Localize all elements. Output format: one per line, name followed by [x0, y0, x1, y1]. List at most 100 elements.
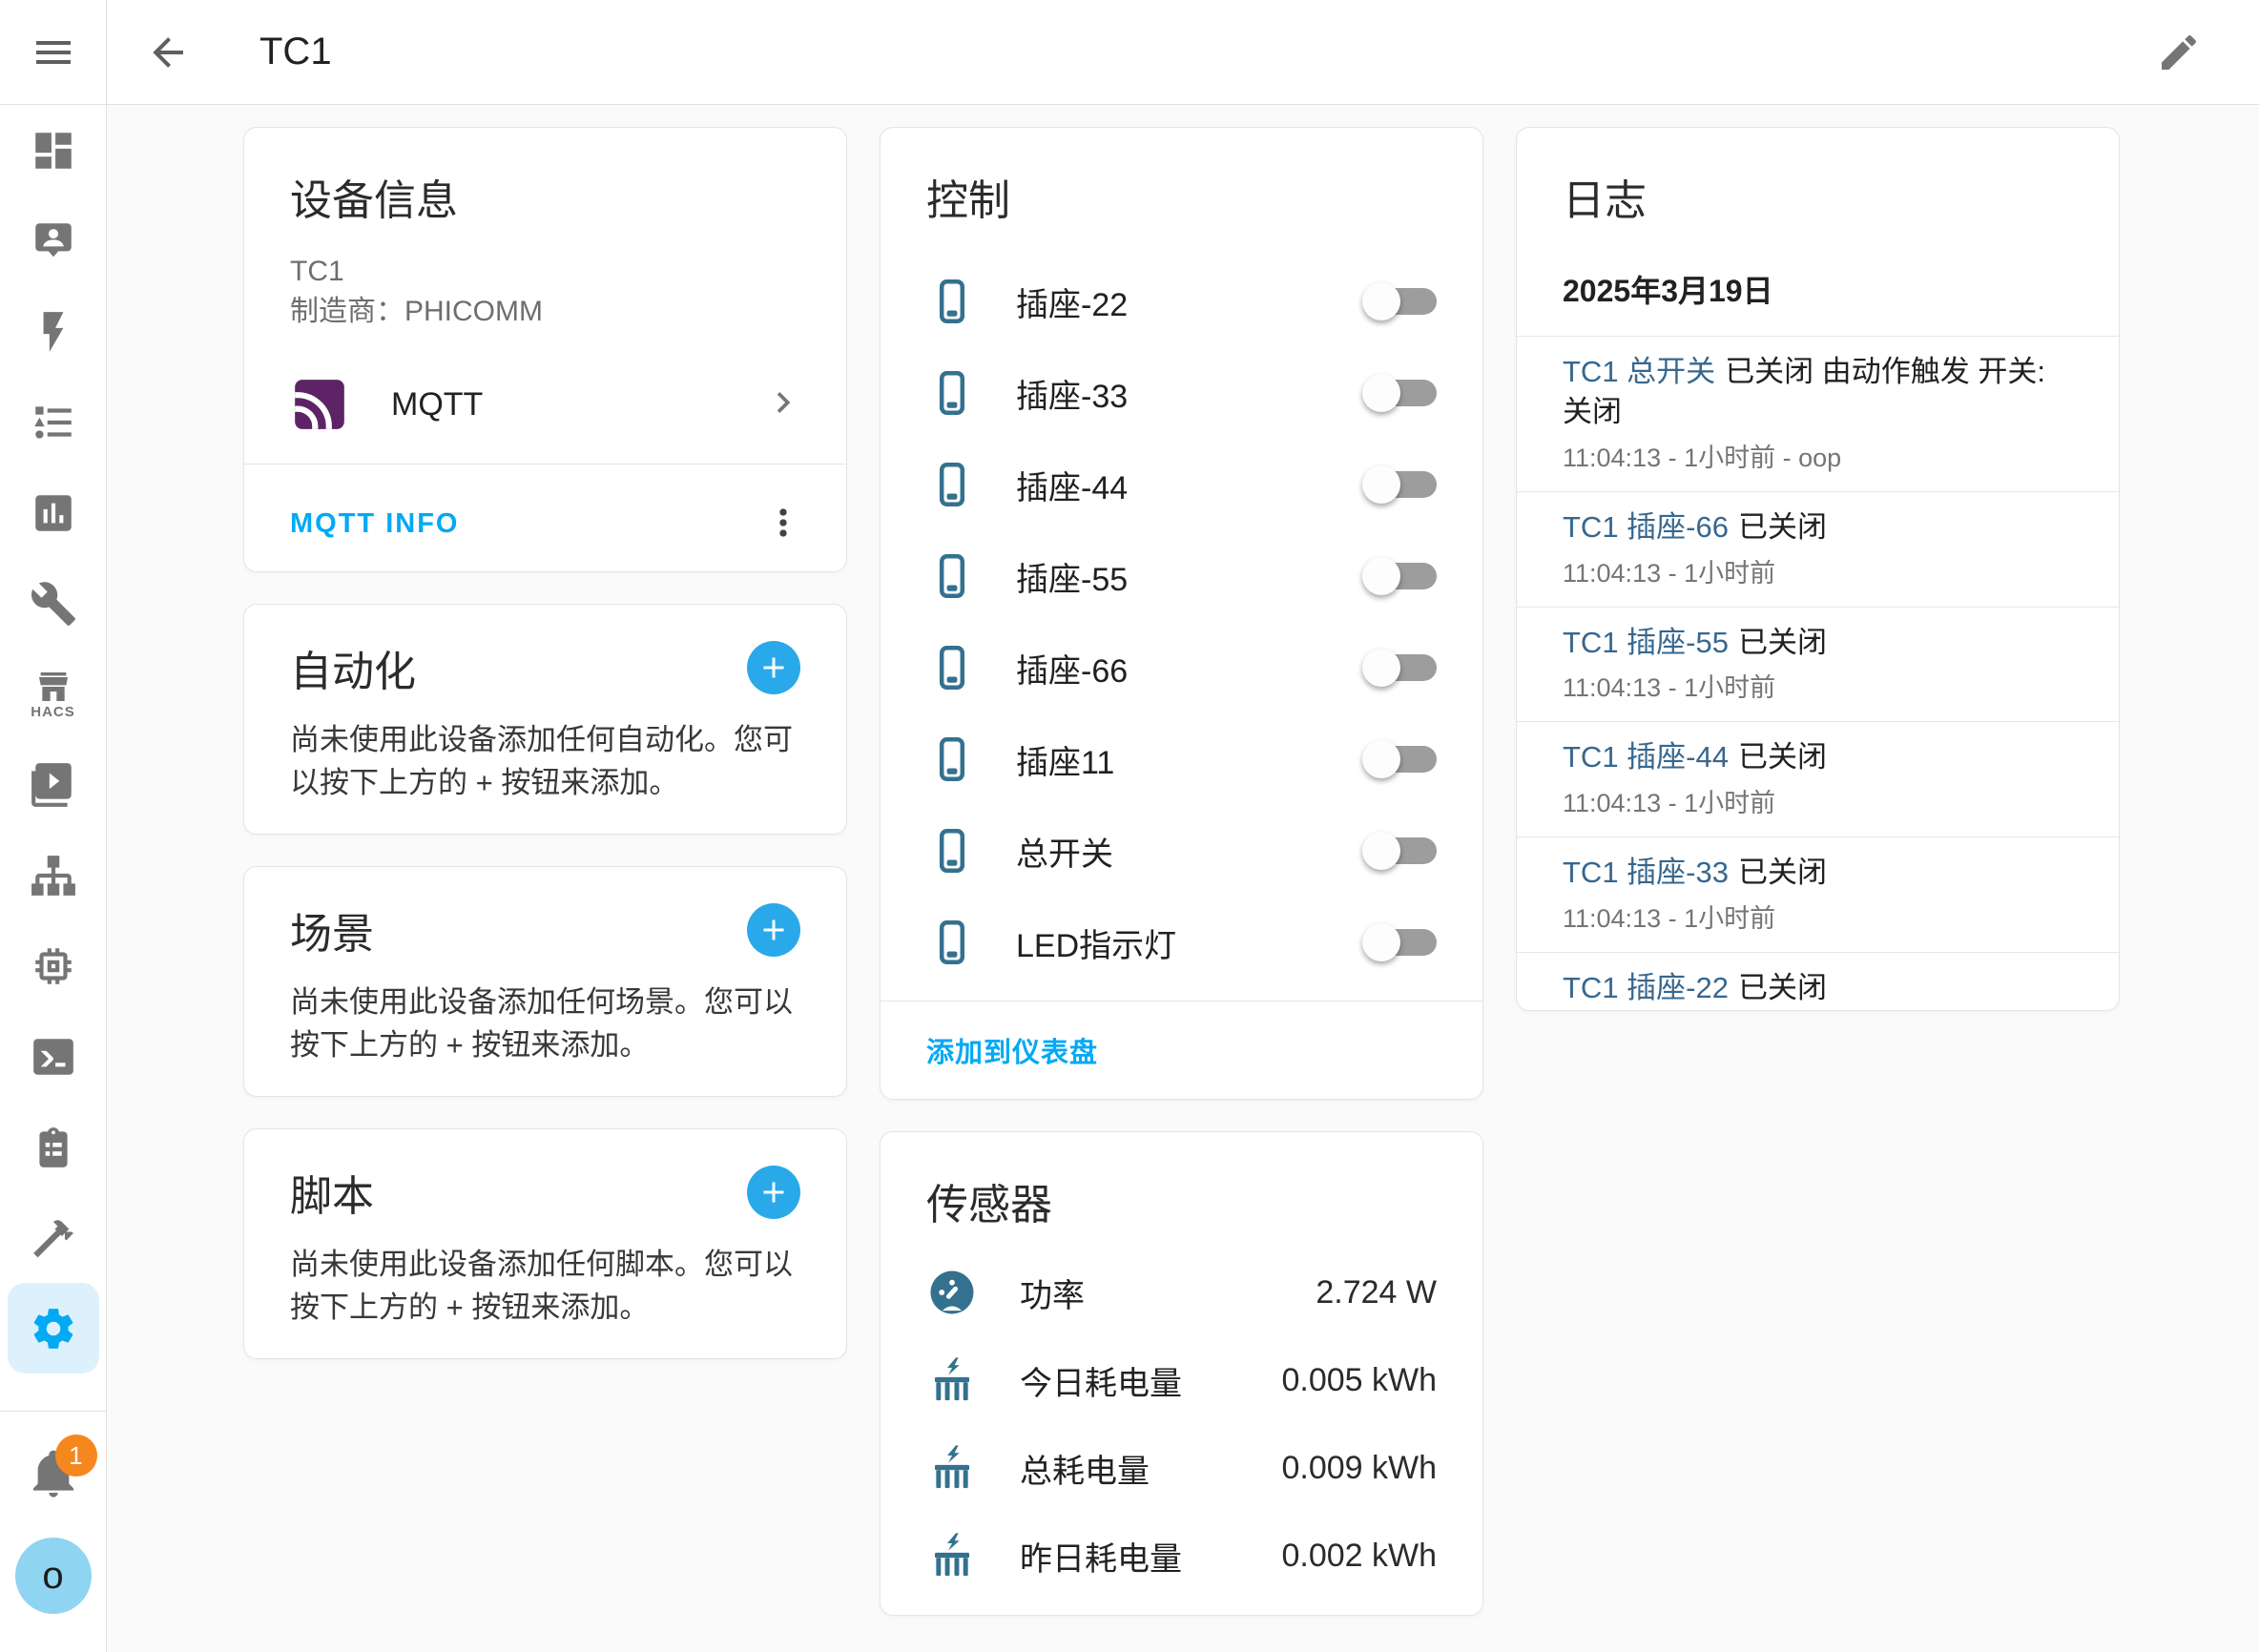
sidebar-item-hacs[interactable]: HACS: [8, 649, 99, 739]
logbook-entry: TC1 插座-44已关闭 11:04:13 - 1小时前: [1517, 721, 2119, 836]
sidebar-item-tools[interactable]: [8, 558, 99, 649]
play-box-multiple-icon: [30, 761, 77, 809]
toggle-switch[interactable]: [1366, 929, 1437, 956]
more-options-button[interactable]: [762, 502, 808, 547]
power-strip-icon: [926, 459, 978, 510]
control-row[interactable]: 插座-22: [881, 256, 1482, 347]
edit-device-button[interactable]: [2156, 30, 2202, 75]
transmission-tower-icon: [926, 1354, 978, 1406]
control-row[interactable]: LED指示灯: [881, 897, 1482, 988]
power-strip-icon: [926, 276, 978, 327]
logbook-entity-link[interactable]: TC1 插座-66: [1563, 510, 1729, 544]
scenes-card: 场景 尚未使用此设备添加任何场景。您可以按下上方的 + 按钮来添加。: [243, 866, 847, 1097]
sidebar-item-overview[interactable]: [8, 105, 99, 196]
sidebar-item-logbook[interactable]: [8, 377, 99, 467]
clipboard-list-icon: [30, 1124, 77, 1171]
add-script-button[interactable]: [747, 1166, 800, 1219]
lightning-bolt-icon: [30, 308, 77, 356]
gauge-icon: [926, 1267, 978, 1318]
add-scene-button[interactable]: [747, 903, 800, 957]
logbook-message: 已关闭: [1738, 626, 1827, 659]
transmission-tower-icon: [926, 1442, 978, 1494]
logbook-message: 已关闭: [1738, 856, 1827, 889]
hammer-icon: [30, 1214, 77, 1262]
sidebar-item-devices[interactable]: [8, 920, 99, 1011]
sensor-row[interactable]: 昨日耗电量 0.002 kWh: [881, 1512, 1482, 1600]
controls-card: 控制 插座-22 插座-33 插座-44: [880, 127, 1483, 1100]
back-button[interactable]: [145, 30, 191, 75]
column-logbook: 日志 2025年3月19日 TC1 总开关已关闭 由动作触发 开关: 关闭 11…: [1516, 127, 2120, 1652]
logbook-time: 11:04:13 - 1小时前: [1563, 667, 2073, 704]
control-label: 插座-55: [1016, 553, 1366, 600]
chart-box-icon: [30, 489, 77, 537]
sidebar-item-history[interactable]: [8, 467, 99, 558]
device-name: TC1: [290, 252, 800, 292]
sidebar-item-media[interactable]: [8, 739, 99, 830]
sidebar-item-people[interactable]: [8, 196, 99, 286]
sidebar: HACS 1 o: [0, 0, 107, 1652]
toggle-switch[interactable]: [1366, 837, 1437, 864]
control-row[interactable]: 总开关: [881, 805, 1482, 897]
sensors-list: 功率 2.724 W 今日耗电量 0.005 kWh: [881, 1231, 1482, 1600]
sidebar-item-settings[interactable]: [8, 1283, 99, 1373]
logbook-entity-link[interactable]: TC1 总开关: [1563, 355, 1715, 388]
logbook-date-header: 2025年3月19日: [1517, 227, 2119, 336]
toggle-switch[interactable]: [1366, 654, 1437, 681]
control-row[interactable]: 插座-55: [881, 530, 1482, 622]
toggle-switch[interactable]: [1366, 563, 1437, 589]
arrow-left-icon: [145, 30, 191, 75]
scenes-empty-text: 尚未使用此设备添加任何场景。您可以按下上方的 + 按钮来添加。: [244, 981, 846, 1067]
logbook-entity-link[interactable]: TC1 插座-44: [1563, 740, 1729, 774]
logbook-entity-link[interactable]: TC1 插座-33: [1563, 856, 1729, 889]
sensor-value: 0.005 kWh: [1281, 1362, 1437, 1399]
control-row[interactable]: 插座-44: [881, 439, 1482, 530]
logbook-time: 11:04:13 - 1小时前: [1563, 552, 2073, 589]
toggle-switch[interactable]: [1366, 288, 1437, 315]
integration-name: MQTT: [391, 386, 762, 423]
add-to-dashboard-button[interactable]: 添加到仪表盘: [926, 1030, 1098, 1070]
logbook-message: 已关闭: [1738, 510, 1827, 544]
device-manufacturer: 制造商：PHICOMM: [290, 292, 800, 332]
sensor-row[interactable]: 功率 2.724 W: [881, 1249, 1482, 1336]
logbook-entity-link[interactable]: TC1 插座-22: [1563, 971, 1729, 1004]
sidebar-item-energy[interactable]: [8, 286, 99, 377]
add-automation-button[interactable]: [747, 641, 800, 694]
toggle-switch[interactable]: [1366, 380, 1437, 406]
sensor-value: 0.009 kWh: [1281, 1450, 1437, 1487]
toggle-switch[interactable]: [1366, 746, 1437, 773]
integration-row[interactable]: MQTT: [244, 362, 846, 446]
sensor-label: 总耗电量: [1020, 1445, 1281, 1492]
device-card-actions: MQTT INFO: [244, 464, 846, 572]
sensor-row[interactable]: 今日耗电量 0.005 kWh: [881, 1336, 1482, 1424]
logbook-entry: TC1 插座-33 已关闭 11:04:13 - 1小时前: [1517, 836, 2119, 952]
control-row[interactable]: 插座-33: [881, 347, 1482, 439]
view-dashboard-icon: [30, 127, 77, 175]
sidebar-nav: HACS: [8, 105, 99, 1373]
sidebar-bottom: 1 o: [0, 1411, 106, 1652]
scripts-card: 脚本 尚未使用此设备添加任何脚本。您可以按下上方的 + 按钮来添加。: [243, 1128, 847, 1359]
logbook-time: 11:04:13 - 1小时前: [1563, 782, 2073, 819]
sidebar-menu-button[interactable]: [0, 0, 106, 105]
scripts-empty-text: 尚未使用此设备添加任何脚本。您可以按下上方的 + 按钮来添加。: [244, 1244, 846, 1330]
toggle-switch[interactable]: [1366, 471, 1437, 498]
sensor-label: 功率: [1020, 1270, 1316, 1316]
control-label: 插座-33: [1016, 370, 1366, 417]
mqtt-info-button[interactable]: MQTT INFO: [290, 508, 459, 540]
control-row[interactable]: 插座-66: [881, 622, 1482, 713]
logbook-entity-link[interactable]: TC1 插座-55: [1563, 626, 1729, 659]
sidebar-item-developer-tools[interactable]: [8, 1192, 99, 1283]
control-label: 插座-66: [1016, 645, 1366, 692]
person-badge-icon: [30, 217, 77, 265]
control-row[interactable]: 插座11: [881, 713, 1482, 805]
sidebar-item-todo[interactable]: [8, 1102, 99, 1192]
pencil-icon: [2156, 30, 2202, 75]
hacs-store-icon: [32, 668, 74, 706]
hacs-label: HACS: [31, 704, 75, 720]
sidebar-item-integrations[interactable]: [8, 830, 99, 920]
sensor-row[interactable]: 总耗电量 0.009 kWh: [881, 1424, 1482, 1512]
logbook-time: 11:04:13 - 1小时前: [1563, 898, 2073, 935]
logbook-title: 日志: [1517, 128, 2119, 227]
sidebar-item-terminal[interactable]: [8, 1011, 99, 1102]
avatar[interactable]: o: [15, 1538, 92, 1614]
notifications-button[interactable]: 1: [27, 1446, 80, 1499]
